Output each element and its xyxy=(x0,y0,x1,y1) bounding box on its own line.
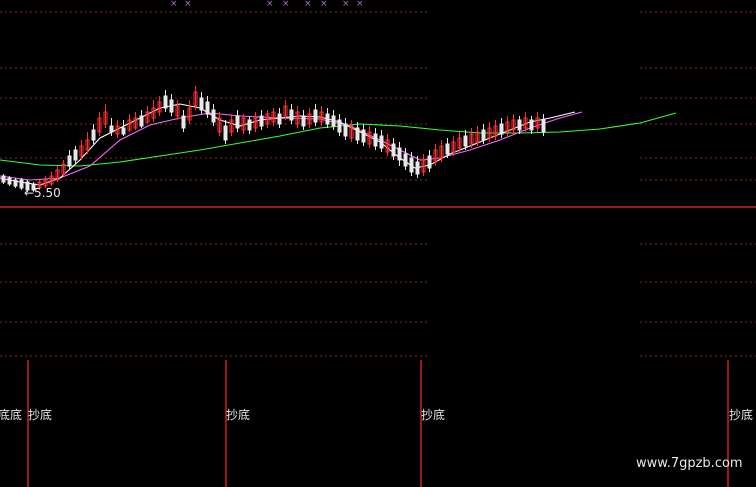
candle-body xyxy=(379,135,384,149)
candle-body xyxy=(313,109,318,123)
candle-body xyxy=(355,127,360,141)
candle-body xyxy=(289,109,294,121)
candle-body xyxy=(13,179,18,187)
candle-body xyxy=(169,99,174,113)
candle-body xyxy=(415,161,420,175)
candle-body xyxy=(91,129,96,141)
candle-body xyxy=(361,129,366,143)
candle-body xyxy=(499,123,504,135)
candle-body xyxy=(403,153,408,167)
candle-body xyxy=(445,143,450,155)
candle-body xyxy=(463,135,468,147)
candle-body xyxy=(247,119,252,131)
candle-body xyxy=(343,123,348,137)
candle-body xyxy=(409,157,414,173)
candle-body xyxy=(199,97,204,111)
candle-body xyxy=(121,127,126,135)
candle-body xyxy=(223,125,228,141)
candle-body xyxy=(331,115,336,127)
candle-body xyxy=(373,133,378,147)
candle-body xyxy=(181,115,186,129)
signal-label-0: 底底 xyxy=(0,408,23,422)
candle-body xyxy=(67,155,72,167)
candle-body xyxy=(7,177,12,185)
candle-body xyxy=(109,125,114,133)
candle-body xyxy=(397,147,402,161)
signal-label-4: 抄底 xyxy=(729,408,754,422)
candle-body xyxy=(481,129,486,141)
candle-body xyxy=(337,119,342,133)
candle-body xyxy=(529,119,534,131)
candle-body xyxy=(139,115,144,127)
signal-label-1: 抄底 xyxy=(28,408,53,422)
candle-body xyxy=(19,179,24,189)
candle-body xyxy=(277,113,282,125)
candle-body xyxy=(391,143,396,157)
stock-chart: × × × × × × × × xyxy=(0,0,756,487)
watermark: www.7gpzb.com xyxy=(636,456,743,471)
candle-body xyxy=(259,115,264,127)
candle-body xyxy=(1,175,6,183)
candle-body xyxy=(73,149,78,161)
signal-label-3: 抄底 xyxy=(421,408,446,422)
candle-body xyxy=(301,115,306,127)
signal-label-2: 抄底 xyxy=(226,408,251,422)
candle-body xyxy=(427,155,432,169)
low-price-marker: ←5.50 xyxy=(24,186,61,200)
top-marker: × xyxy=(320,0,328,9)
candle-body xyxy=(325,113,330,125)
candle-body xyxy=(517,119,522,131)
top-marker: × xyxy=(356,0,364,9)
top-marker: × xyxy=(170,0,178,9)
candle-body xyxy=(205,101,210,115)
candle-body xyxy=(211,109,216,123)
top-marker: × xyxy=(184,0,192,9)
top-marker: × xyxy=(266,0,274,9)
candle-body xyxy=(163,95,168,109)
top-marker: × xyxy=(282,0,290,9)
top-marker: × xyxy=(304,0,312,9)
candle-body xyxy=(235,115,240,129)
top-marker: × xyxy=(342,0,350,9)
candle-body xyxy=(541,119,546,133)
